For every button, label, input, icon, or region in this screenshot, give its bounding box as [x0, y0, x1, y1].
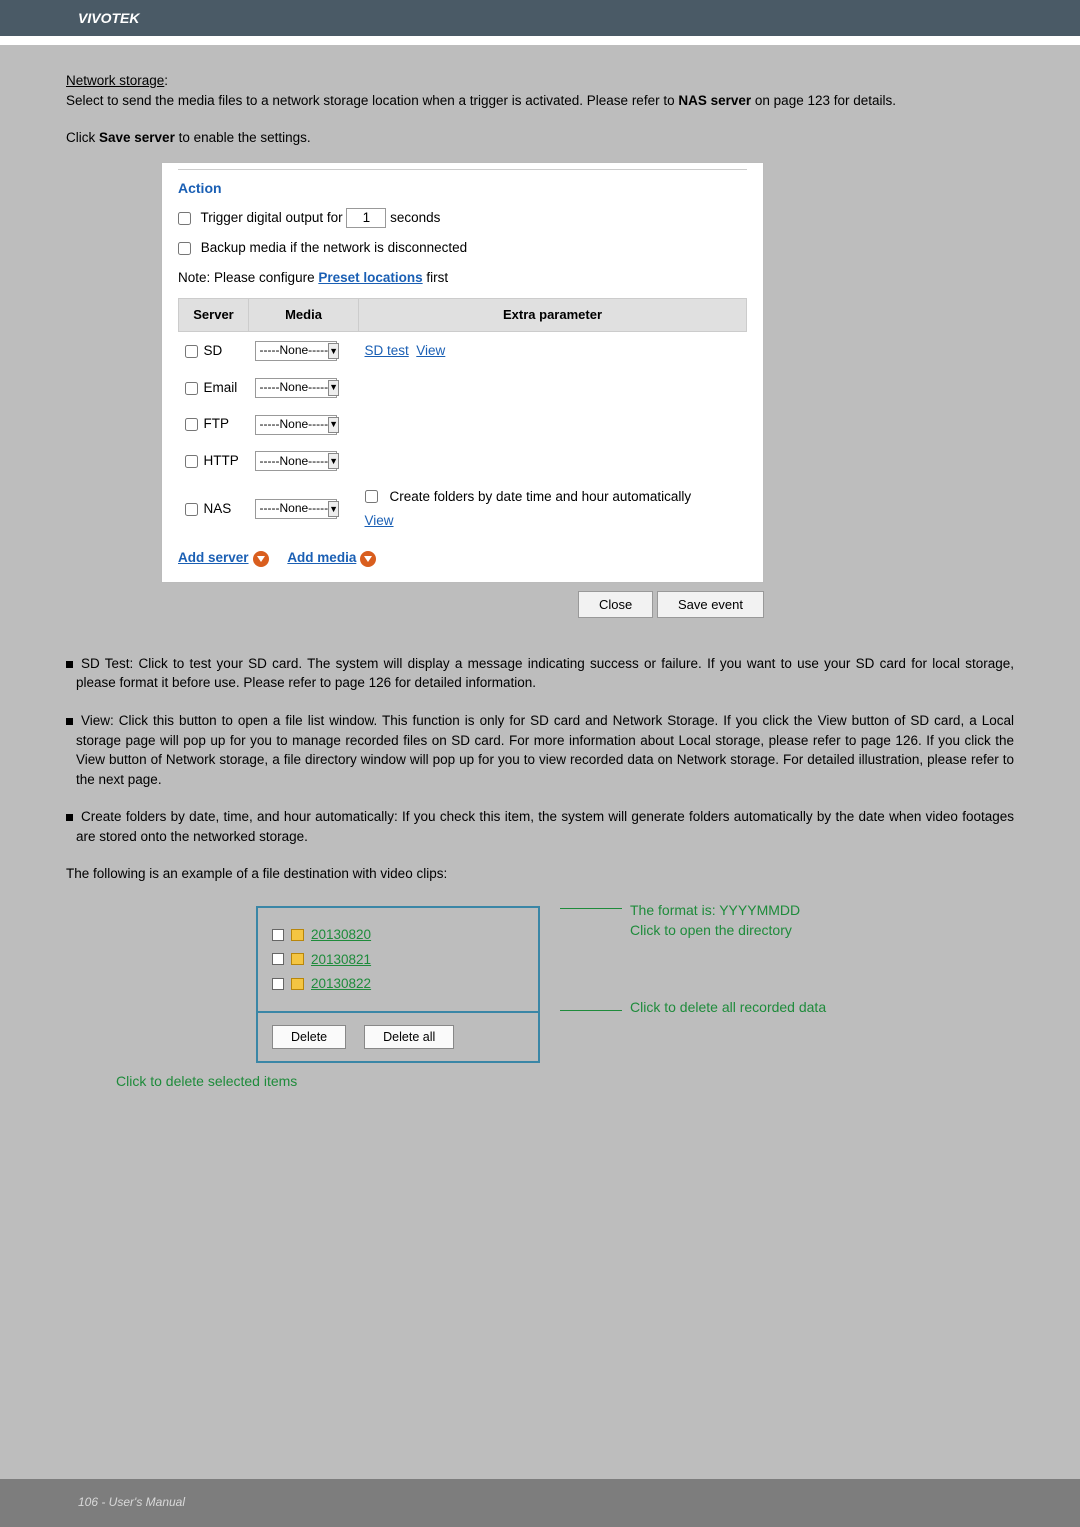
ftp-checkbox[interactable]	[185, 418, 198, 431]
nas-media-select[interactable]: -----None-----▼	[255, 499, 337, 519]
trigger-seconds-input[interactable]: 1	[346, 208, 386, 228]
th-media: Media	[249, 298, 359, 332]
http-checkbox[interactable]	[185, 455, 198, 468]
sd-view-link[interactable]: View	[416, 343, 445, 358]
add-media-icon[interactable]	[360, 551, 376, 567]
folder-link-2[interactable]: 20130822	[311, 974, 371, 994]
server-table: Server Media Extra parameter SD -----Non…	[178, 298, 747, 539]
preset-locations-link[interactable]: Preset locations	[318, 270, 422, 285]
http-label: HTTP	[204, 453, 239, 468]
note-post: first	[426, 270, 448, 285]
th-server: Server	[179, 298, 249, 332]
nas-checkbox[interactable]	[185, 503, 198, 516]
folder-icon	[291, 929, 304, 941]
bullet-icon	[66, 661, 73, 668]
action-panel: Action Trigger digital output for 1 seco…	[161, 162, 764, 583]
file-list-example: 20130820 20130821 20130822 Delete Delete…	[256, 906, 540, 1063]
enable: to enable the settings.	[179, 130, 311, 145]
chevron-down-icon: ▼	[328, 417, 339, 433]
trigger-do-label: Trigger digital output for	[201, 210, 347, 225]
bullet-create: Create folders by date, time, and hour a…	[76, 809, 1014, 844]
ns-text2: on page 123 for details.	[755, 93, 896, 108]
folder-link-1[interactable]: 20130821	[311, 950, 371, 970]
item-checkbox[interactable]	[272, 929, 284, 941]
backup-checkbox[interactable]	[178, 242, 191, 255]
bullet-sdtest: SD Test: Click to test your SD card. The…	[76, 656, 1014, 691]
save-server: Save server	[99, 130, 175, 145]
email-media-select[interactable]: -----None-----▼	[255, 378, 337, 398]
create-folders-label: Create folders by date time and hour aut…	[390, 487, 692, 507]
brand: VIVOTEK	[78, 10, 139, 26]
note-pre: Note: Please configure	[178, 270, 318, 285]
email-checkbox[interactable]	[185, 382, 198, 395]
colon: :	[164, 73, 168, 88]
nas-label: NAS	[204, 501, 232, 516]
ann-format: The format is: YYYYMMDD	[630, 900, 800, 920]
trigger-do-checkbox[interactable]	[178, 212, 191, 225]
th-extra: Extra parameter	[359, 298, 747, 332]
delete-button[interactable]: Delete	[272, 1025, 346, 1049]
chevron-down-icon: ▼	[328, 343, 339, 359]
ns-text1: Select to send the media files to a netw…	[66, 93, 678, 108]
click: Click	[66, 130, 99, 145]
backup-label: Backup media if the network is disconnec…	[201, 240, 467, 255]
bullet-icon	[66, 718, 73, 725]
add-server-icon[interactable]	[253, 551, 269, 567]
ns-heading: Network storage	[66, 73, 164, 88]
action-title: Action	[178, 169, 747, 198]
sd-test-link[interactable]: SD test	[365, 343, 409, 358]
ftp-label: FTP	[204, 416, 230, 431]
delete-all-button[interactable]: Delete all	[364, 1025, 454, 1049]
sd-media-select[interactable]: -----None-----▼	[255, 341, 337, 361]
ann-delsel: Click to delete selected items	[116, 1071, 1014, 1091]
chevron-down-icon: ▼	[328, 453, 339, 469]
folder-link-0[interactable]: 20130820	[311, 925, 371, 945]
chevron-down-icon: ▼	[328, 380, 339, 396]
add-server-link[interactable]: Add server	[178, 550, 249, 565]
page-footer: 106 - User's Manual	[78, 1495, 185, 1509]
folder-icon	[291, 953, 304, 965]
ftp-media-select[interactable]: -----None-----▼	[255, 415, 337, 435]
folder-icon	[291, 978, 304, 990]
http-media-select[interactable]: -----None-----▼	[255, 451, 337, 471]
seconds-label: seconds	[390, 210, 440, 225]
email-label: Email	[204, 380, 238, 395]
item-checkbox[interactable]	[272, 953, 284, 965]
nas-view-link[interactable]: View	[365, 511, 741, 531]
bullet-icon	[66, 814, 73, 821]
close-button[interactable]: Close	[578, 591, 653, 618]
ann-delall: Click to delete all recorded data	[630, 997, 826, 1017]
ann-open: Click to open the directory	[630, 920, 800, 940]
item-checkbox[interactable]	[272, 978, 284, 990]
bullet-view: View: Click this button to open a file l…	[76, 713, 1014, 787]
sd-label: SD	[204, 343, 223, 358]
save-event-button[interactable]: Save event	[657, 591, 764, 618]
nas-server: NAS server	[678, 93, 751, 108]
sd-checkbox[interactable]	[185, 345, 198, 358]
chevron-down-icon: ▼	[328, 501, 339, 517]
example-intro: The following is an example of a file de…	[66, 864, 1014, 884]
add-media-link[interactable]: Add media	[287, 550, 356, 565]
create-folders-checkbox[interactable]	[365, 490, 378, 503]
